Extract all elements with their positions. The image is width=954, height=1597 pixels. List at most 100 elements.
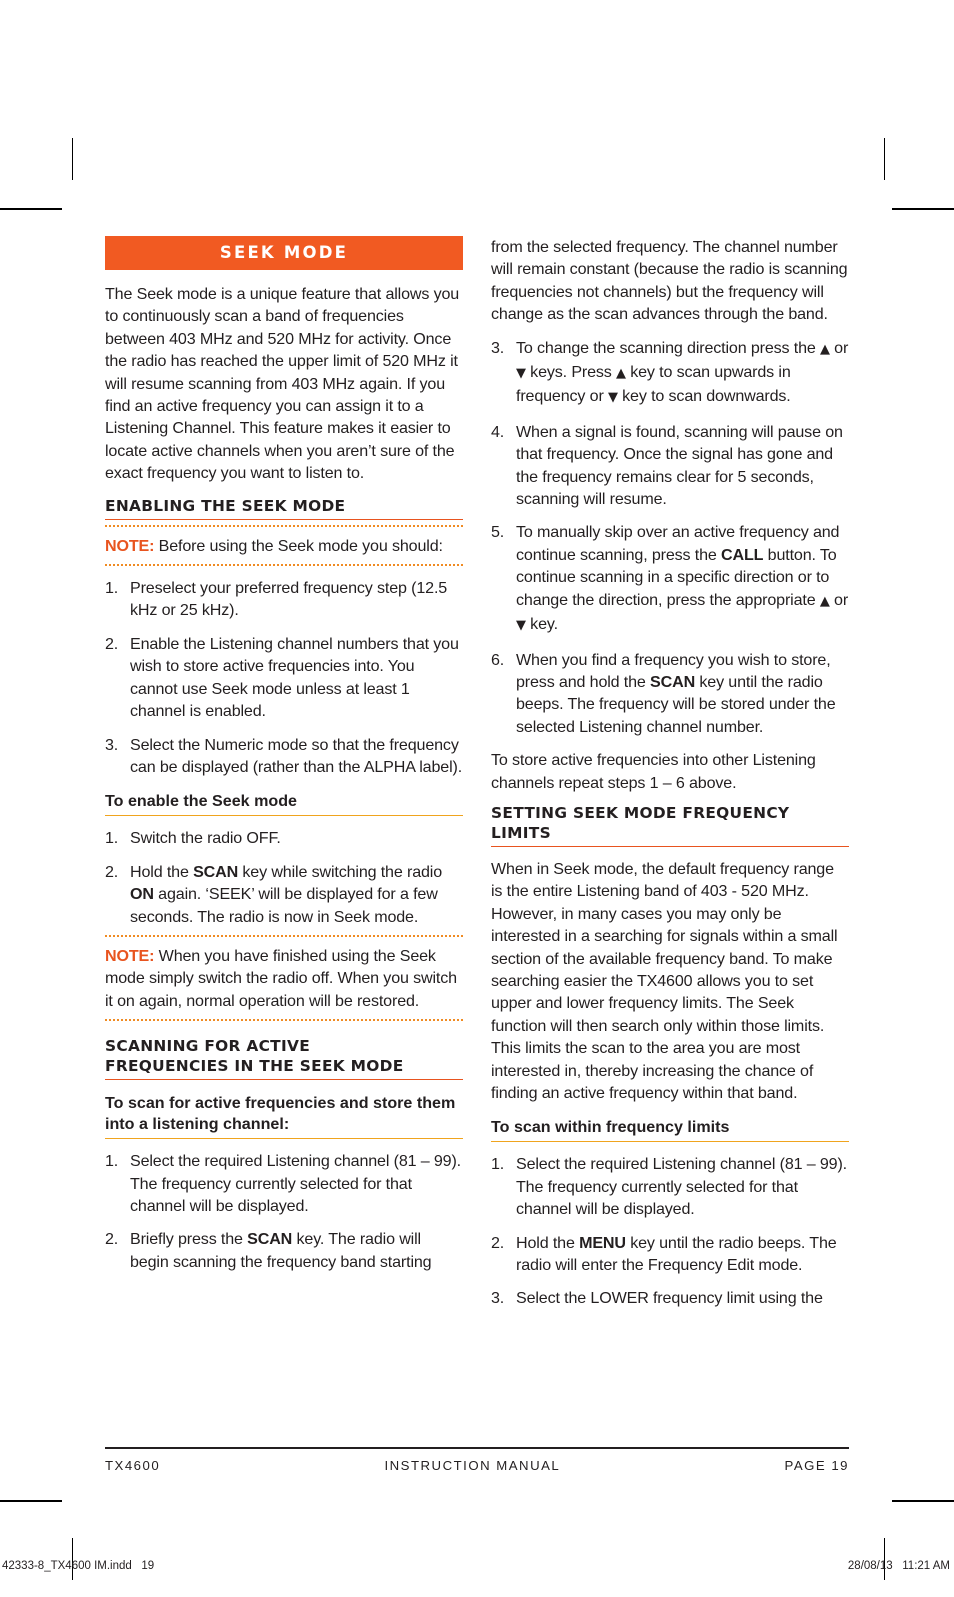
triangle-up-icon: ▲ [616,366,626,382]
step-number: 2. [105,862,119,881]
right-column: from the selected frequency. The channel… [491,236,849,1321]
scan-steps-list: 1. Select the required Listening channel… [105,1150,463,1273]
step-text: Select the Numeric mode so that the freq… [130,735,463,776]
dotted-separator [105,564,463,567]
step-text: Select the required Listening channel (8… [516,1155,847,1219]
step-number: 3. [491,1289,505,1308]
step-text: Preselect your preferred frequency step … [130,579,448,620]
subheading-to-enable-the-seek-mode: To enable the Seek mode [105,791,463,817]
step-number: 3. [491,338,505,357]
list-item: 2. Hold the SCAN key while switching the… [105,861,463,928]
left-column: SEEK MODE The Seek mode is a unique feat… [105,236,463,1284]
list-item: 2. Hold the MENU key until the radio bee… [491,1232,849,1277]
scan-steps-continued-list: 3. To change the scanning direction pres… [491,337,849,739]
key-name-menu: MENU [579,1233,626,1252]
step-text-part: key to scan downwards. [617,387,791,406]
step-text-part: or [829,590,849,609]
manual-page: SEEK MODE The Seek mode is a unique feat… [105,236,849,1321]
triangle-down-icon: ▼ [516,366,526,382]
step-text-part: Hold the [516,1233,580,1252]
key-name-scan: SCAN [193,862,239,881]
list-item: 4. When a signal is found, scanning will… [491,421,849,511]
step-number: 2. [105,1230,119,1249]
triangle-down-icon: ▼ [516,618,526,634]
frequency-limit-steps-list: 1. Select the required Listening channel… [491,1153,849,1309]
list-item: 1. Switch the radio OFF. [105,827,463,849]
store-repeat-paragraph: To store active frequencies into other L… [491,751,816,792]
list-item: 1. Preselect your preferred frequency st… [105,577,463,622]
intro-paragraph: The Seek mode is a unique feature that a… [105,285,460,483]
list-item: 5. To manually skip over an active frequ… [491,521,849,637]
step-number: 1. [105,829,119,848]
dotted-separator [105,1019,463,1022]
key-name-scan: SCAN [247,1230,293,1249]
enable-steps-list: 1. Switch the radio OFF. 2. Hold the SCA… [105,827,463,928]
list-item: 3. To change the scanning direction pres… [491,337,849,410]
footer-title: INSTRUCTION MANUAL [384,1458,561,1473]
list-item: 3. Select the LOWER frequency limit usin… [491,1287,849,1309]
two-column-layout: SEEK MODE The Seek mode is a unique feat… [105,236,849,1321]
step-text: Select the LOWER frequency limit using t… [516,1289,823,1308]
list-item: 1. Select the required Listening channel… [105,1150,463,1217]
step-number: 1. [105,579,119,598]
limits-paragraph: When in Seek mode, the default frequency… [491,859,838,1102]
note-label: NOTE: [105,946,155,965]
page-footer: TX4600 INSTRUCTION MANUAL PAGE 19 [105,1458,849,1473]
step-number: 5. [491,523,505,542]
step-text-part: or [829,338,849,357]
list-item: 2. Briefly press the SCAN key. The radio… [105,1228,463,1273]
note-before-using: NOTE: Before using the Seek mode you sho… [105,535,463,557]
key-name-on: ON [130,885,154,904]
step-number: 1. [105,1152,119,1171]
section-banner-seek-mode: SEEK MODE [105,236,463,270]
subheading-to-scan-within-frequency-limits: To scan within frequency limits [491,1117,849,1143]
step-number: 2. [105,634,119,653]
list-item: 3. Select the Numeric mode so that the f… [105,734,463,779]
list-item: 1. Select the required Listening channel… [491,1153,849,1220]
note-text: Before using the Seek mode you should: [154,536,443,555]
step-text: Enable the Listening channel numbers tha… [130,634,459,721]
triangle-down-icon: ▼ [607,390,618,406]
crop-mark-bottom-left-vertical [72,1538,73,1580]
step-text-part: To change the scanning direction press t… [516,338,820,357]
heading-line-1: SETTING SEEK MODE FREQUENCY [491,803,790,822]
crop-mark-top-left-horizontal [0,208,62,210]
step-text: Select the required Listening channel (8… [130,1152,461,1215]
step-number: 6. [491,650,505,669]
step-number: 1. [491,1155,505,1174]
key-name-scan: SCAN [650,672,696,691]
list-item: 6. When you find a frequency you wish to… [491,649,849,739]
prep-steps-list: 1. Preselect your preferred frequency st… [105,577,463,778]
print-slug-timestamp: 28/08/13 11:21 AM [847,1560,950,1572]
dotted-separator [105,934,463,937]
crop-mark-top-right-vertical [884,138,885,180]
step-text: Switch the radio OFF. [130,829,281,848]
key-name-call: CALL [721,545,764,564]
step-number: 3. [105,735,119,754]
heading-scanning-for-active-frequencies: SCANNING FOR ACTIVE FREQUENCIES IN THE S… [105,1036,463,1081]
subheading-to-scan-and-store: To scan for active frequencies and store… [105,1093,463,1140]
heading-line-2: FREQUENCIES IN THE SEEK MODE [105,1057,404,1076]
continued-paragraph: from the selected frequency. The channel… [491,238,848,324]
footer-model: TX4600 [105,1458,161,1473]
step-number: 4. [491,422,505,441]
note-when-finished: NOTE: When you have finished using the S… [105,945,463,1012]
crop-mark-top-left-vertical [72,138,73,180]
step-text-part: key. [525,615,558,634]
heading-setting-seek-mode-frequency-limits: SETTING SEEK MODE FREQUENCY LIMITS [491,803,849,847]
step-text-part: again. ‘SEEK’ will be displayed for a fe… [130,885,438,926]
triangle-up-icon: ▲ [820,341,830,357]
heading-line-1: SCANNING FOR ACTIVE [105,1037,311,1056]
step-text-part: key while switching the radio [238,862,443,881]
heading-enabling-the-seek-mode: ENABLING THE SEEK MODE [105,496,463,520]
list-item: 2. Enable the Listening channel numbers … [105,633,463,723]
step-text-part: keys. Press [525,363,617,382]
footer-page-number: PAGE 19 [784,1458,849,1473]
step-text-part: Briefly press the [130,1230,248,1249]
note-text: When you have finished using the Seek mo… [105,946,457,1010]
step-number: 2. [491,1233,505,1252]
crop-mark-bottom-left-horizontal [0,1500,62,1502]
heading-line-2: LIMITS [491,823,551,842]
crop-mark-bottom-right-horizontal [892,1500,954,1502]
step-text: When a signal is found, scanning will pa… [516,422,843,509]
